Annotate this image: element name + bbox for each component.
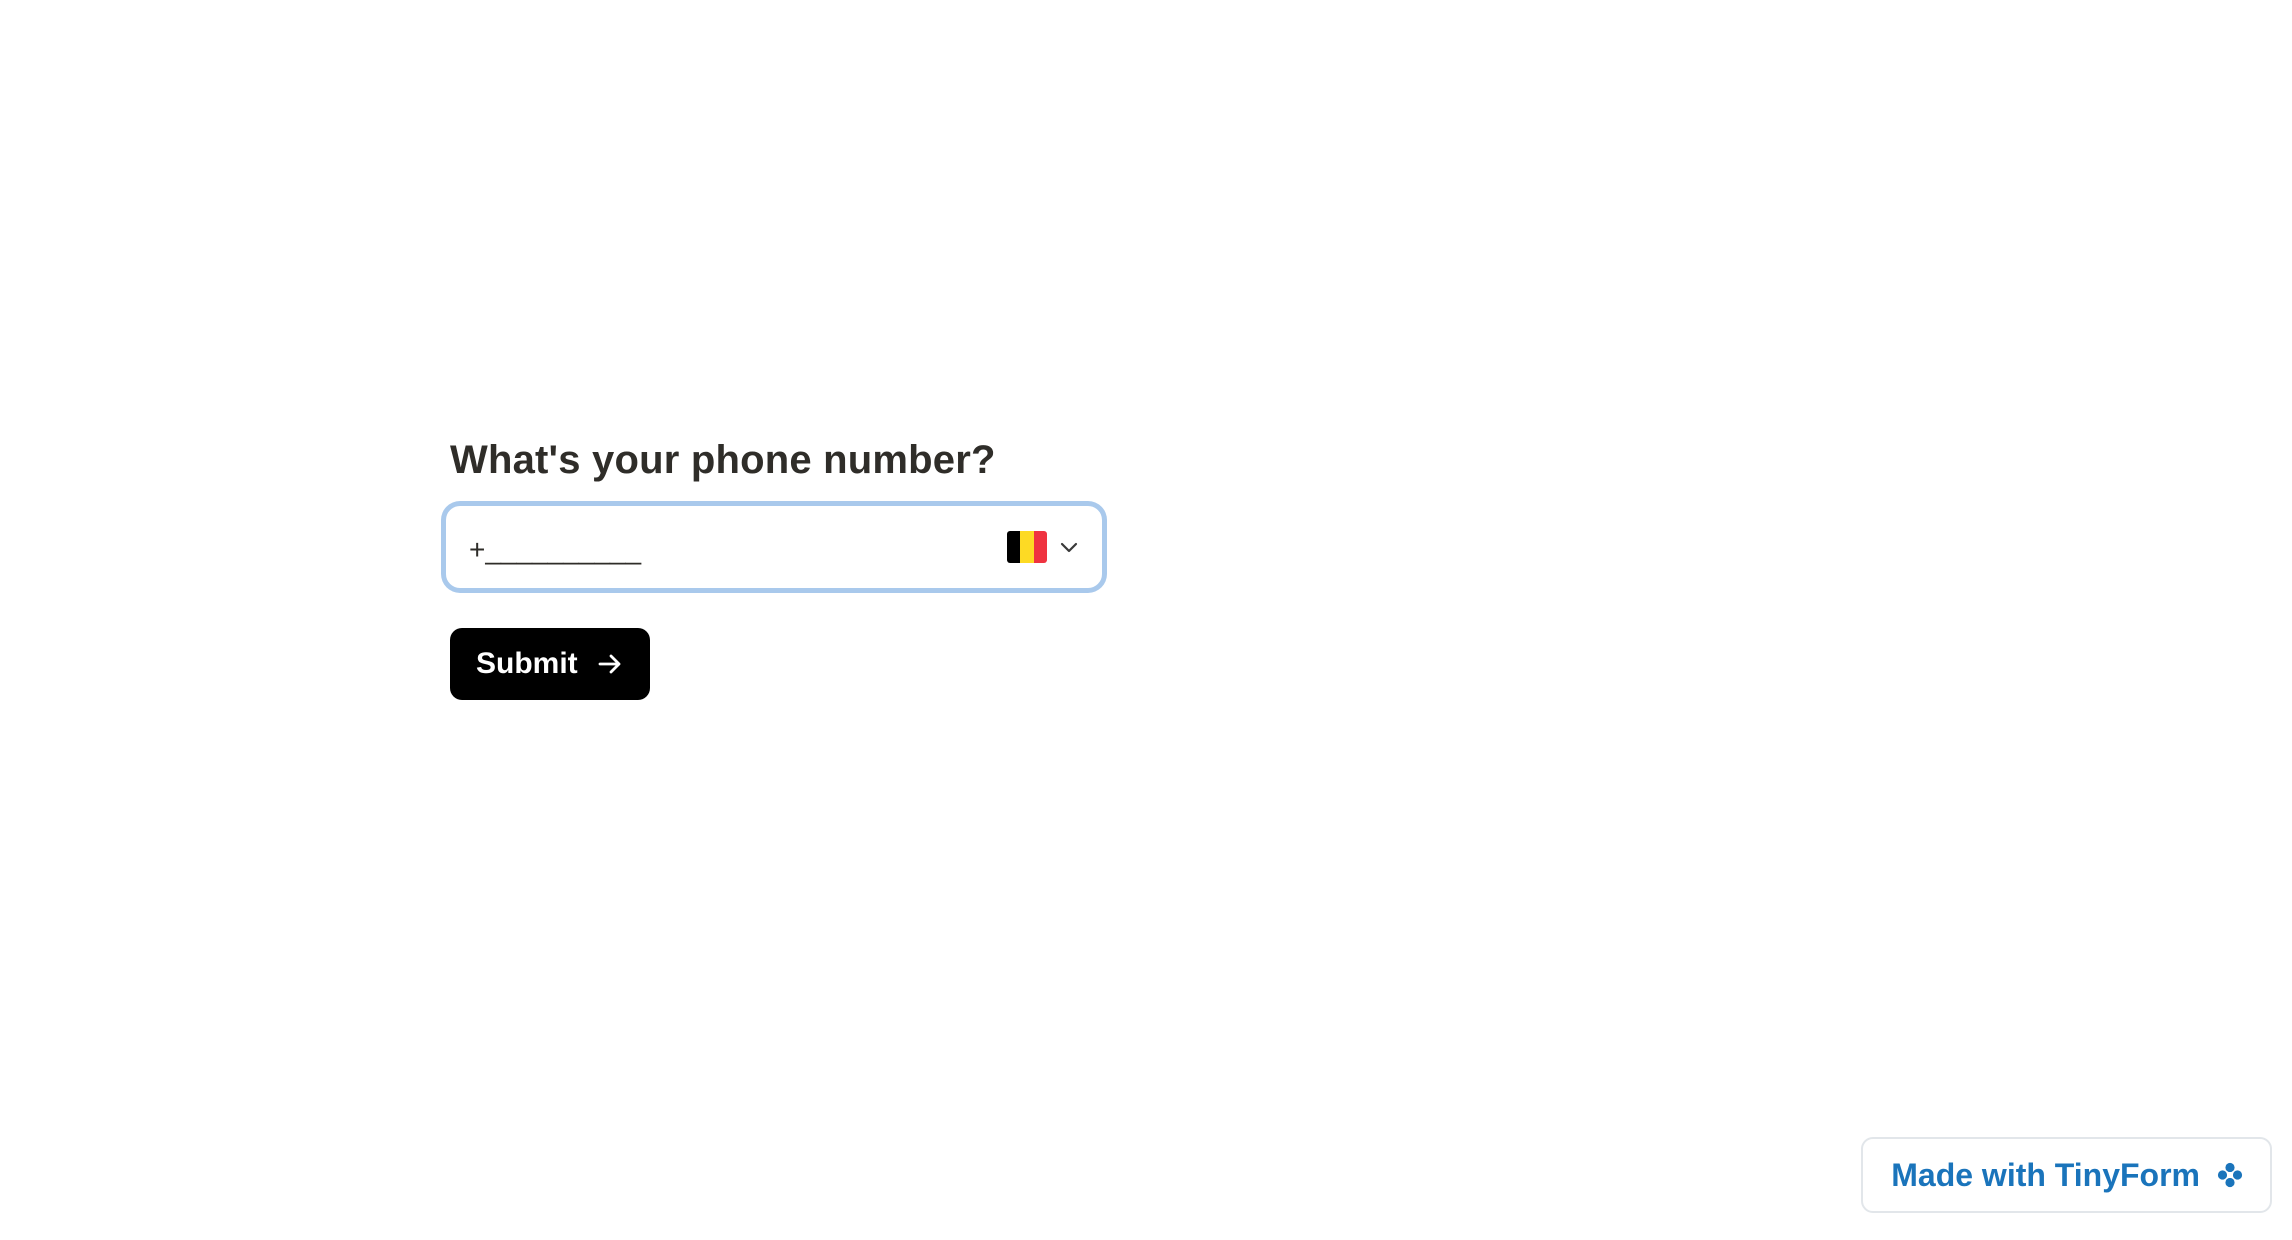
badge-label: Made with TinyForm (1891, 1156, 2200, 1193)
made-with-tinyform-badge[interactable]: Made with TinyForm (1861, 1137, 2272, 1213)
phone-form: What's your phone number? Submit (446, 436, 1102, 700)
phone-input[interactable] (469, 509, 1007, 585)
chevron-down-icon (1059, 537, 1079, 557)
flower-icon (2216, 1161, 2244, 1189)
page: What's your phone number? Submit (0, 0, 2292, 1240)
country-select[interactable] (1007, 509, 1079, 585)
submit-button[interactable]: Submit (450, 628, 650, 700)
phone-field[interactable] (446, 506, 1102, 588)
arrow-right-icon (596, 650, 624, 678)
question-title: What's your phone number? (450, 438, 996, 482)
submit-label: Submit (476, 647, 578, 680)
belgium-flag-icon (1007, 531, 1047, 563)
